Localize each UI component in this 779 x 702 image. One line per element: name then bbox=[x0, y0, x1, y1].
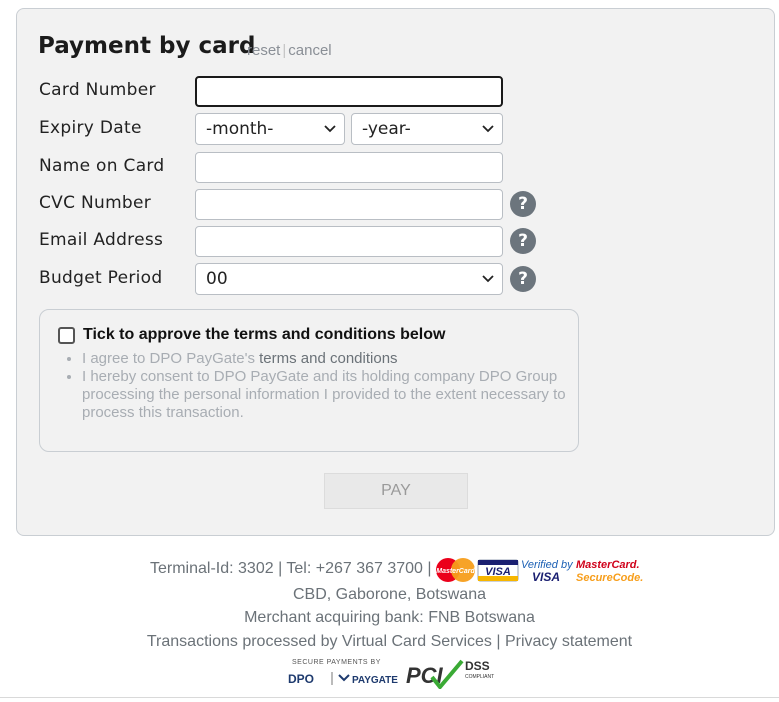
email-label: Email Address bbox=[39, 230, 164, 250]
reset-link[interactable]: reset bbox=[247, 42, 280, 59]
bottom-divider bbox=[0, 697, 779, 698]
email-input[interactable] bbox=[195, 226, 503, 257]
terms-and-conditions-link[interactable]: terms and conditions bbox=[259, 350, 397, 367]
dss-text: DSS bbox=[465, 659, 490, 673]
privacy-statement-link[interactable]: Privacy statement bbox=[505, 633, 632, 650]
terms-heading[interactable]: Tick to approve the terms and conditions… bbox=[83, 326, 445, 344]
processed-by-line: Transactions processed by Virtual Card S… bbox=[0, 633, 779, 651]
name-on-card-label: Name on Card bbox=[39, 156, 165, 176]
budget-period-select[interactable]: 00 bbox=[195, 263, 503, 295]
visa-logo-icon: VISA bbox=[477, 559, 519, 582]
expiry-month-value: -month- bbox=[206, 119, 274, 139]
name-on-card-input[interactable] bbox=[195, 152, 503, 183]
terminal-info: Terminal-Id: 3302 | Tel: +267 367 3700 | bbox=[150, 560, 432, 577]
securecode-top-text: MasterCard. bbox=[576, 559, 640, 571]
visa-text: VISA bbox=[485, 566, 511, 578]
terms-item-agree-text: I agree to DPO PayGate's bbox=[82, 350, 260, 367]
terms-checkbox[interactable] bbox=[58, 327, 75, 344]
security-logos: SECURE PAYMENTS BY DPO PAYGATE PCI DSS C… bbox=[288, 659, 494, 689]
expiry-year-value: -year- bbox=[362, 119, 411, 139]
cvc-input[interactable] bbox=[195, 189, 503, 220]
cvc-help-icon[interactable]: ? bbox=[510, 191, 536, 217]
verified-by-visa-icon: Verified by VISA bbox=[521, 559, 574, 584]
expiry-month-select[interactable]: -month- bbox=[195, 113, 345, 145]
cvc-label: CVC Number bbox=[39, 193, 152, 213]
mastercard-securecode-icon: MasterCard. SecureCode. bbox=[576, 559, 643, 584]
page-title: Payment by card bbox=[38, 33, 256, 59]
terms-item-consent: I hereby consent to DPO PayGate and its … bbox=[82, 368, 572, 422]
card-number-label: Card Number bbox=[39, 80, 156, 100]
title-links: reset | cancel bbox=[247, 42, 332, 59]
card-brand-logos: MasterCard VISA Verified by VISA MasterC… bbox=[436, 558, 643, 584]
chevron-down-icon bbox=[324, 125, 336, 133]
mastercard-text: MasterCard bbox=[436, 568, 475, 575]
securecode-bottom-text: SecureCode. bbox=[576, 572, 643, 584]
budget-period-value: 00 bbox=[206, 269, 228, 289]
terms-item-agree: I agree to DPO PayGate's terms and condi… bbox=[82, 350, 572, 368]
budget-period-label: Budget Period bbox=[39, 268, 163, 288]
card-number-input[interactable] bbox=[195, 76, 503, 107]
pay-button[interactable]: PAY bbox=[324, 473, 468, 509]
email-help-icon[interactable]: ? bbox=[510, 228, 536, 254]
processed-by-text: Transactions processed by Virtual Card S… bbox=[146, 633, 505, 650]
chevron-down-icon bbox=[482, 125, 494, 133]
dpo-paygate-logo-icon: SECURE PAYMENTS BY DPO PAYGATE bbox=[288, 659, 398, 686]
terms-list: I agree to DPO PayGate's terms and condi… bbox=[66, 350, 572, 422]
secure-payments-text: SECURE PAYMENTS BY bbox=[292, 659, 381, 666]
budget-help-icon[interactable]: ? bbox=[510, 266, 536, 292]
merchant-address: CBD, Gaborone, Botswana bbox=[293, 586, 486, 603]
cancel-link[interactable]: cancel bbox=[288, 42, 331, 59]
expiry-date-label: Expiry Date bbox=[39, 118, 142, 138]
expiry-year-select[interactable]: -year- bbox=[351, 113, 503, 145]
merchant-bank: Merchant acquiring bank: FNB Botswana bbox=[244, 609, 535, 626]
link-separator: | bbox=[282, 42, 287, 59]
verified-visa-text: VISA bbox=[532, 570, 560, 584]
paygate-text: PAYGATE bbox=[352, 675, 398, 686]
compliant-text: COMPLIANT bbox=[465, 674, 494, 680]
dpo-text: DPO bbox=[288, 672, 314, 686]
pci-dss-logo-icon: PCI DSS COMPLIANT bbox=[406, 659, 494, 689]
mastercard-logo-icon: MasterCard bbox=[436, 558, 475, 582]
chevron-down-icon bbox=[482, 275, 494, 283]
